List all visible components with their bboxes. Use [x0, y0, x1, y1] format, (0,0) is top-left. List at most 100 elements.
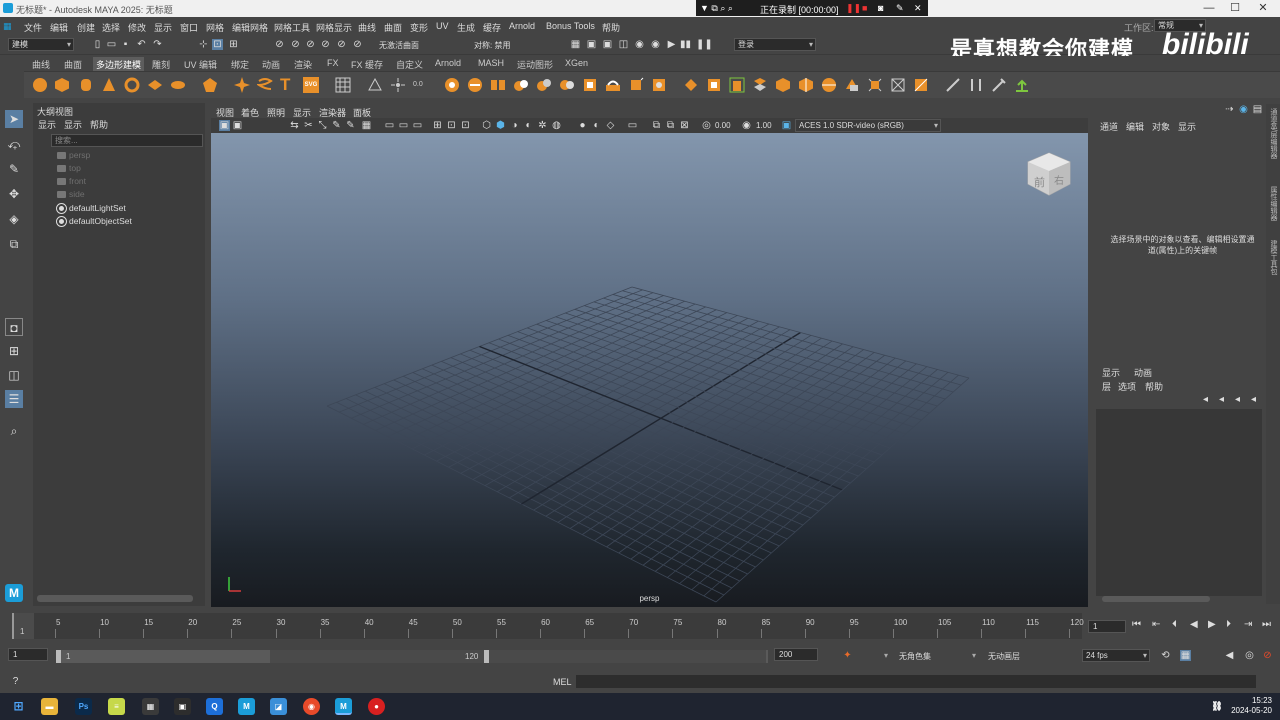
image-plane-icon[interactable]: ⇆	[289, 120, 300, 131]
sound-icon[interactable]: ◀	[1224, 650, 1235, 661]
connect-icon[interactable]	[867, 77, 883, 93]
maya-active-icon[interactable]: M	[335, 698, 352, 715]
motion-blur-icon[interactable]: ◐	[591, 120, 602, 131]
view-cube[interactable]: 前 右	[1026, 151, 1072, 197]
outliner-menu-help[interactable]: 帮助	[90, 118, 108, 131]
outliner-scrollbar[interactable]	[37, 595, 193, 602]
channelbox-menu-object[interactable]: 对象	[1152, 120, 1170, 133]
new-layer-selected-icon[interactable]: ◂	[1248, 394, 1259, 405]
render-frame-icon[interactable]: ▣	[586, 39, 597, 50]
anim-prefs-icon[interactable]: ◎	[1244, 650, 1255, 661]
play-forward-icon[interactable]: ▶	[1208, 619, 1216, 630]
outliner-item[interactable]: front	[57, 176, 86, 186]
windows-start-icon[interactable]: ⊞	[10, 698, 27, 715]
command-input[interactable]	[576, 675, 1256, 688]
add-divisions-icon[interactable]	[821, 77, 837, 93]
notes-app-icon[interactable]: ◪	[270, 698, 287, 715]
extract-icon[interactable]	[582, 77, 598, 93]
notepad-icon[interactable]: ≡	[108, 698, 125, 715]
layer-menu-layers[interactable]: 层	[1102, 380, 1111, 393]
field-chart-icon[interactable]: ⊞	[432, 120, 443, 131]
menu-edit-mesh[interactable]: 编辑网格	[232, 21, 268, 34]
menu-bonus-tools[interactable]: Bonus Tools	[546, 21, 595, 31]
character-set-label[interactable]: 无角色集	[899, 651, 931, 662]
single-view-layout-icon[interactable]: ◘	[5, 318, 23, 336]
anim-prefs-alt-icon[interactable]: ⊘	[1262, 650, 1273, 661]
login-dropdown[interactable]: 登录	[734, 38, 816, 51]
menu-deform[interactable]: 变形	[410, 21, 428, 34]
poly-plane-icon[interactable]	[147, 77, 163, 93]
symmetry-label[interactable]: 对称: 禁用	[474, 40, 510, 51]
mesh-display-icon[interactable]	[335, 77, 351, 93]
render-view-icon[interactable]: ▦	[570, 39, 581, 50]
grease-pencil-icon[interactable]: ✎	[331, 120, 342, 131]
menu-windows[interactable]: 窗口	[180, 21, 198, 34]
time-slider[interactable]: 1 5 10 15 20 25 30 35 40 45 50 55 60 65 70 75 80 85 90 95 1…	[12, 613, 1084, 639]
outliner-item[interactable]: top	[57, 163, 81, 173]
move-layer-up-icon[interactable]: ◂	[1200, 394, 1211, 405]
poly-cone-icon[interactable]	[101, 77, 117, 93]
menu-display[interactable]: 显示	[154, 21, 172, 34]
help-icon[interactable]: ?	[10, 676, 21, 687]
svg-icon[interactable]: SVG	[303, 77, 319, 93]
perspective-viewport[interactable]: 前 右 persp	[211, 133, 1088, 607]
pen-icon[interactable]: ✎	[896, 3, 904, 14]
go-to-end-icon[interactable]: ⏭	[1262, 619, 1271, 630]
select-by-component-icon[interactable]: ⊞	[228, 39, 239, 50]
poly-type-icon[interactable]: T	[280, 76, 296, 93]
save-scene-icon[interactable]: ▪	[120, 39, 131, 50]
character-set-arrow[interactable]: ▾	[884, 651, 888, 660]
triangulate-icon[interactable]	[367, 77, 383, 93]
shelf-tab-curves[interactable]: 曲线	[32, 58, 50, 71]
wireframe-on-shaded-icon[interactable]: ◑	[509, 120, 520, 131]
mel-label[interactable]: MEL	[553, 677, 572, 687]
menu-create[interactable]: 创建	[77, 21, 95, 34]
quadrangulate-icon[interactable]	[390, 77, 406, 93]
close-button[interactable]: ✕	[1250, 0, 1276, 17]
channelbox-menu-channels[interactable]: 通道	[1100, 120, 1118, 133]
cache-playback-icon[interactable]: ▦	[1180, 650, 1191, 661]
shelf-tab-rigging[interactable]: 绑定	[231, 58, 249, 71]
snap-curve-icon[interactable]: ⊘	[290, 39, 301, 50]
xray-icon[interactable]: ⧉	[651, 120, 662, 131]
arnold-render-icon[interactable]: ◉	[650, 39, 661, 50]
channelbox-help-icon[interactable]: ◉	[1238, 104, 1249, 115]
file-explorer-icon[interactable]: ▬	[41, 698, 58, 715]
network-icon[interactable]: ⛓	[1210, 698, 1224, 715]
play-backward-icon[interactable]: ◀	[1190, 619, 1198, 630]
new-layer-icon[interactable]: ◂	[1232, 394, 1243, 405]
shelf-tab-motion-graphics[interactable]: 运动图形	[517, 58, 553, 71]
menu-mesh-tools[interactable]: 网格工具	[274, 21, 310, 34]
menu-uv[interactable]: UV	[436, 21, 449, 31]
open-scene-icon[interactable]: ▭	[106, 39, 117, 50]
merge-icon[interactable]	[913, 77, 929, 93]
menu-curves[interactable]: 曲线	[358, 21, 376, 34]
poly-helix-icon[interactable]	[257, 77, 273, 93]
color-space-dropdown[interactable]: ACES 1.0 SDR-video (sRGB)	[795, 119, 941, 132]
side-tab-channel-box[interactable]: 通道盒/层编辑器	[1268, 108, 1278, 159]
sculpt-brush-icon[interactable]	[945, 77, 961, 93]
poly-cube-icon[interactable]	[54, 77, 70, 93]
multi-cut-icon[interactable]	[683, 77, 699, 93]
select-by-object-icon[interactable]: ⊡	[212, 39, 223, 50]
menu-set-dropdown[interactable]: 建模	[8, 38, 74, 51]
bridge-edge-icon[interactable]	[752, 77, 768, 93]
outliner-item[interactable]: defaultLightSet	[56, 203, 126, 215]
auto-key-icon[interactable]: ✦	[842, 650, 853, 661]
bookmark-icon[interactable]: ✂	[303, 120, 314, 131]
minimize-button[interactable]: —	[1196, 0, 1222, 17]
menu-modify[interactable]: 修改	[128, 21, 146, 34]
move-layer-down-icon[interactable]: ◂	[1216, 394, 1227, 405]
quad-draw-icon[interactable]	[968, 77, 984, 93]
step-forward-key-icon[interactable]: ⇥	[1244, 619, 1252, 630]
resolution-gate-icon[interactable]: ▭	[398, 120, 409, 131]
range-slider[interactable]: 1 120	[56, 650, 768, 663]
film-gate-icon[interactable]: ▭	[384, 120, 395, 131]
camera-attributes-icon[interactable]: ▣	[232, 120, 243, 131]
maximize-button[interactable]: ☐	[1222, 0, 1248, 17]
channelbox-attr-icon[interactable]: ▤	[1252, 104, 1263, 115]
step-back-frame-icon[interactable]: ⏴	[1172, 619, 1177, 630]
hypershade-icon[interactable]: ◉	[634, 39, 645, 50]
layer-scrollbar[interactable]	[1102, 596, 1210, 602]
menu-cache[interactable]: 缓存	[483, 21, 501, 34]
